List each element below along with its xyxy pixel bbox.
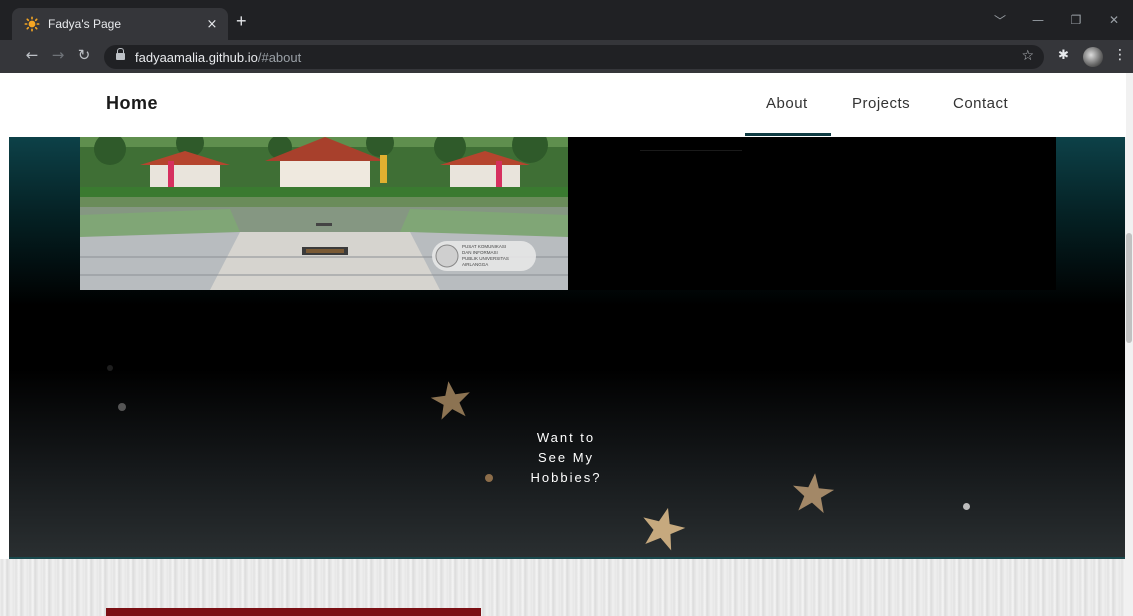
profile-avatar[interactable]	[1083, 47, 1103, 67]
forward-icon[interactable]: →	[48, 46, 68, 64]
page-viewport: PUSAT KOMUNIKASI DAN INFORMASI PUBLIK UN…	[0, 73, 1133, 616]
photo-caption-line-2: DAN INFORMASI	[462, 250, 498, 255]
menu-icon[interactable]: ⋮	[1113, 47, 1127, 63]
address-toolbar: ← → ↻ fadyaamalia.github.io/#about ☆ ✱	[0, 40, 1133, 73]
site-navbar: Home About Projects Contact	[0, 73, 1126, 137]
window-controls: ﹀ — ❐ ✕	[981, 0, 1133, 40]
nav-contact[interactable]: Contact	[953, 95, 1008, 112]
hobbies-cta-line: Hobbies?	[530, 470, 602, 485]
scrollbar-thumb[interactable]	[1126, 233, 1132, 343]
back-icon[interactable]: ←	[22, 46, 42, 64]
page-scrollbar[interactable]	[1125, 73, 1133, 616]
close-icon[interactable]: ✕	[1095, 13, 1133, 27]
decor-dot	[118, 403, 126, 411]
star-icon	[792, 473, 835, 514]
photo-caption-line-3: PUBLIK UNIVERSITAS	[462, 256, 509, 261]
photo-caption-line-1: PUSAT KOMUNIKASI	[462, 244, 506, 249]
about-text-panel	[568, 137, 1056, 290]
url-text[interactable]: fadyaamalia.github.io/#about	[135, 50, 301, 65]
about-divider	[640, 150, 742, 151]
decor-dot	[485, 474, 493, 482]
decor-dot	[963, 503, 970, 510]
tab-title: Fadya's Page	[48, 17, 122, 31]
decor-dot	[107, 365, 113, 371]
browser-tab[interactable]: Fadya's Page ×	[12, 8, 228, 40]
photo-caption-line-4: AIRLANGGA	[462, 262, 488, 267]
restore-icon[interactable]: ❐	[1057, 13, 1095, 27]
about-photo: PUSAT KOMUNIKASI DAN INFORMASI PUBLIK UN…	[80, 137, 568, 290]
extensions-icon[interactable]: ✱	[1058, 48, 1069, 63]
project-card[interactable]	[106, 608, 481, 616]
favicon-sun-icon	[24, 16, 40, 32]
hobbies-cta-link[interactable]: Want to See My Hobbies?	[516, 428, 616, 488]
url-bar[interactable]: fadyaamalia.github.io/#about ☆	[104, 45, 1044, 69]
reload-icon[interactable]: ↻	[74, 46, 94, 64]
minimize-icon[interactable]: —	[1019, 13, 1057, 27]
lock-icon[interactable]	[116, 47, 125, 62]
browser-tab-bar: Fadya's Page × + ﹀ — ❐ ✕	[0, 0, 1133, 40]
tab-close-icon[interactable]: ×	[202, 17, 222, 32]
hobbies-cta-line: See My	[537, 450, 595, 465]
active-nav-indicator	[745, 133, 831, 136]
nav-projects[interactable]: Projects	[852, 95, 910, 112]
new-tab-button[interactable]: +	[236, 11, 247, 32]
bookmark-star-icon[interactable]: ☆	[1021, 48, 1034, 64]
nav-about[interactable]: About	[766, 95, 808, 112]
home-link[interactable]: Home	[106, 93, 158, 114]
star-icon	[430, 381, 470, 420]
tab-search-icon[interactable]: ﹀	[981, 12, 1019, 29]
hobbies-cta-line: Want to	[536, 430, 596, 445]
star-icon	[643, 507, 686, 551]
